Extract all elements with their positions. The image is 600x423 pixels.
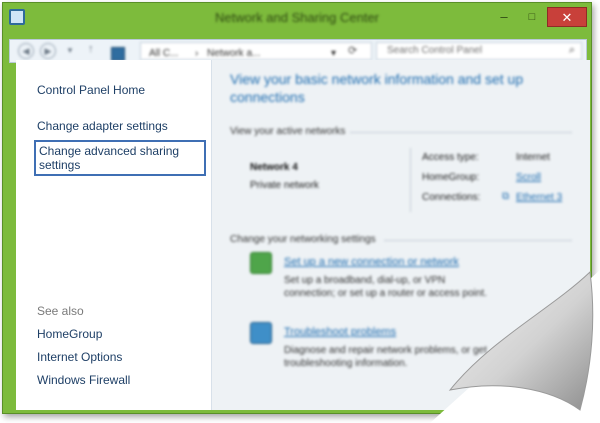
search-placeholder: Search Control Panel xyxy=(387,45,483,56)
breadcrumb-all-control-panel[interactable]: All C... xyxy=(149,48,178,59)
homegroup-link[interactable]: HomeGroup xyxy=(37,327,102,341)
up-arrow-icon[interactable]: ↑ xyxy=(88,43,94,55)
forward-arrow-icon[interactable]: ▶ xyxy=(40,43,56,59)
network-setup-icon xyxy=(250,252,272,274)
control-panel-home-link[interactable]: Control Panel Home xyxy=(37,83,145,97)
homegroup-label: HomeGroup: xyxy=(422,172,480,183)
windows-firewall-link[interactable]: Windows Firewall xyxy=(37,373,130,387)
change-settings-label: Change your networking settings xyxy=(230,234,376,245)
search-input[interactable]: Search Control Panel ⌕ xyxy=(376,42,582,60)
recent-dropdown-icon[interactable]: ▾ xyxy=(62,43,78,59)
connections-label: Connections: xyxy=(422,192,481,203)
close-button[interactable]: ✕ xyxy=(547,7,587,27)
refresh-icon[interactable]: ⟳ xyxy=(348,44,357,57)
ethernet-connection-link[interactable]: Ethernet 3 xyxy=(516,192,562,203)
active-networks-label: View your active networks xyxy=(230,126,346,137)
divider xyxy=(384,240,572,241)
internet-options-link[interactable]: Internet Options xyxy=(37,350,122,364)
back-arrow-icon[interactable]: ◀ xyxy=(18,43,34,59)
control-panel-icon xyxy=(111,47,125,61)
breadcrumb-network[interactable]: Network a... xyxy=(207,48,260,59)
maximize-button[interactable]: □ xyxy=(519,7,545,27)
access-type-label: Access type: xyxy=(422,152,479,163)
breadcrumb-separator: › xyxy=(195,48,199,59)
address-dropdown-icon[interactable]: ▾ xyxy=(331,48,336,59)
page-title: View your basic network information and … xyxy=(230,71,524,105)
see-also-label: See also xyxy=(37,304,84,318)
homegroup-status-link[interactable]: Scroll xyxy=(516,172,541,183)
title-bar: Network and Sharing Center – □ ✕ xyxy=(3,3,591,33)
divider xyxy=(410,148,411,212)
troubleshoot-icon xyxy=(250,322,272,344)
network-name: Network 4 xyxy=(250,162,298,173)
setup-connection-link[interactable]: Set up a new connection or network xyxy=(284,256,459,268)
divider xyxy=(350,132,572,133)
change-adapter-settings-link[interactable]: Change adapter settings xyxy=(37,119,168,133)
search-icon[interactable]: ⌕ xyxy=(569,44,575,57)
address-box[interactable]: All C... › Network a... ▾ xyxy=(111,42,372,61)
minimize-button[interactable]: – xyxy=(491,7,517,27)
access-type-value: Internet xyxy=(516,152,550,163)
sidebar: Control Panel Home Change adapter settin… xyxy=(16,60,212,410)
page-curl-decoration xyxy=(430,270,600,423)
network-type: Private network xyxy=(250,180,319,191)
troubleshoot-problems-link[interactable]: Troubleshoot problems xyxy=(284,326,396,338)
ethernet-icon: ⧉ xyxy=(502,191,510,202)
change-advanced-sharing-settings-link[interactable]: Change advanced sharing settings xyxy=(34,140,206,176)
